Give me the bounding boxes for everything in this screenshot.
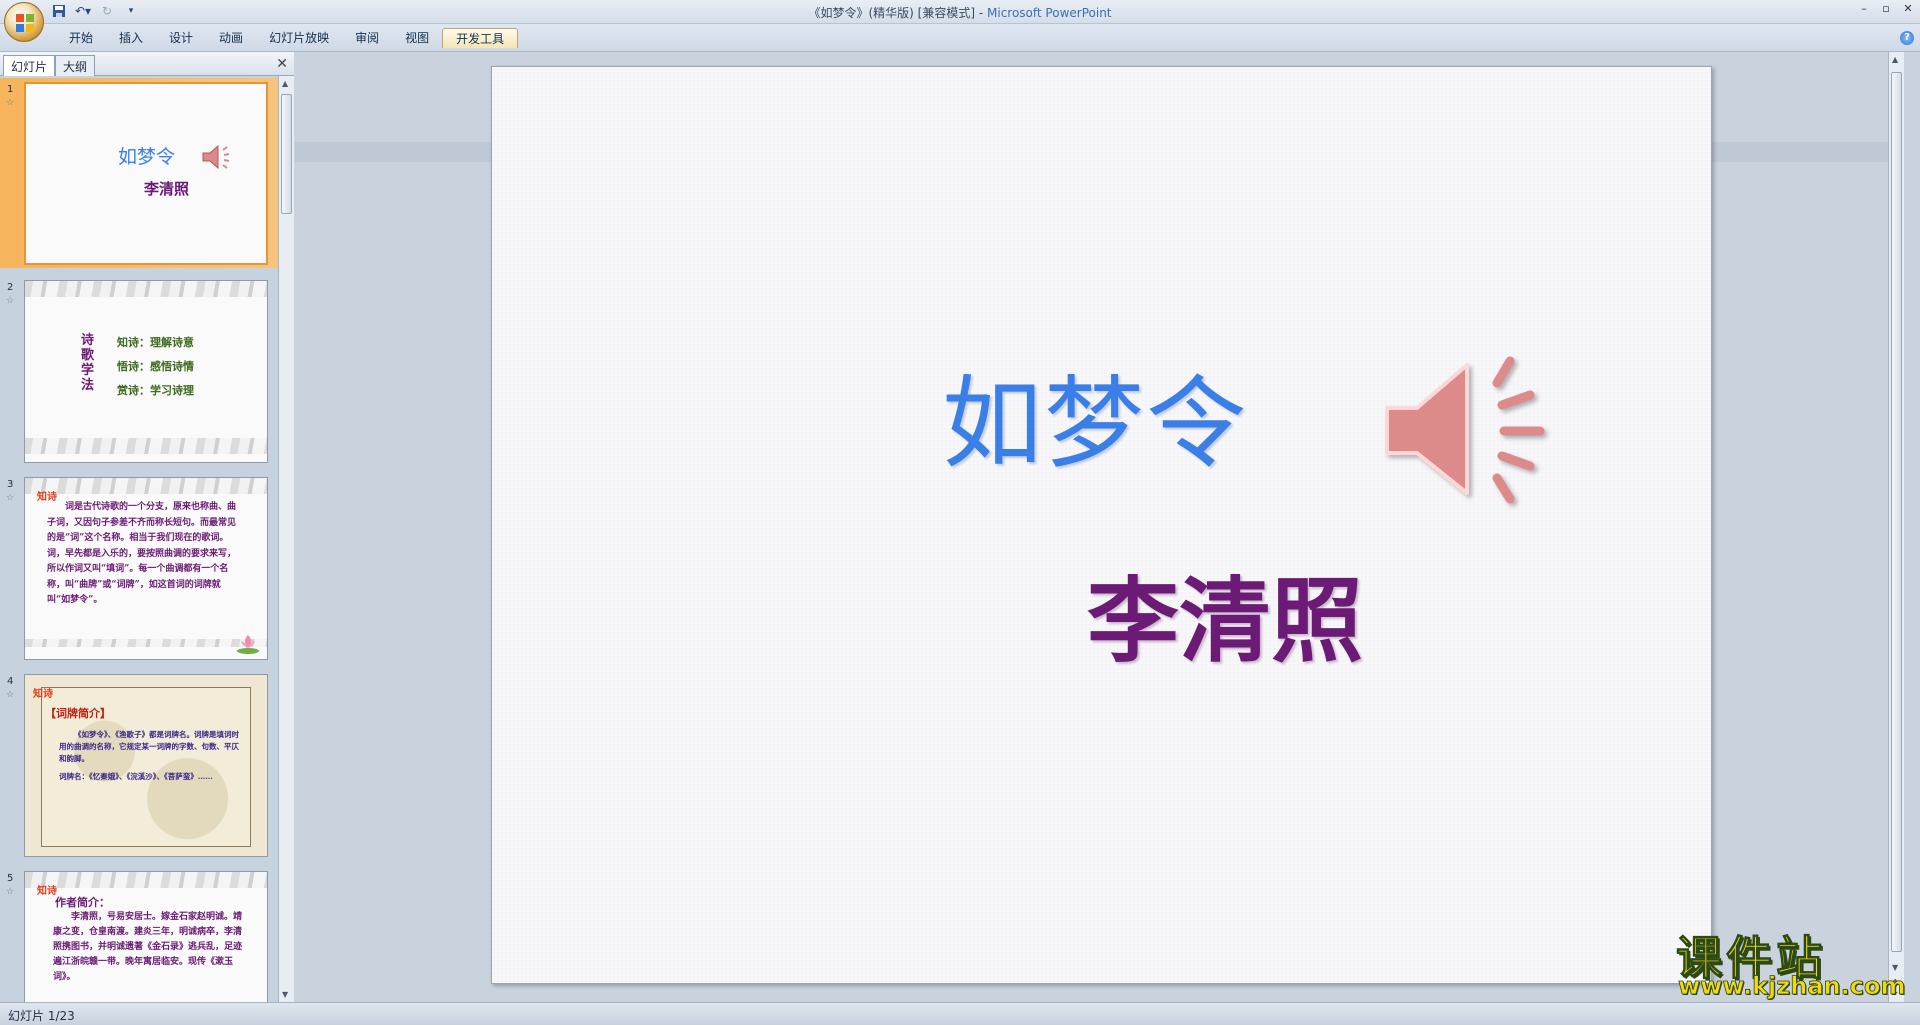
thumbnail-body: 词是古代诗歌的一个分支，原来也称曲、曲子词，又因句子参差不齐而称长短句。而最常见…	[47, 502, 237, 605]
watermark-logo: 课件站 www.kjzhan.com	[1668, 922, 1906, 1002]
tab-slides[interactable]: 幻灯片	[3, 55, 56, 76]
decorative-border	[25, 438, 267, 454]
slide-counter: 幻灯片 1/23	[8, 1009, 75, 1023]
thumbnail-title: 如梦令	[118, 146, 176, 168]
tab-home[interactable]: 开始	[56, 28, 106, 48]
lotus-icon	[237, 635, 259, 654]
thumbnail-row-1[interactable]: 1 ☆ 如梦令 李清照	[0, 78, 278, 268]
thumbnail-vertical-title: 诗歌学法	[81, 333, 95, 393]
title-bar: ↶▾ ↻ ▾ 《如梦令》(精华版) [兼容模式] - Microsoft Pow…	[0, 0, 1920, 42]
minimize-button[interactable]: –	[1856, 2, 1872, 15]
decorative-border	[25, 281, 267, 297]
transition-star-icon: ☆	[6, 98, 15, 108]
restore-button[interactable]: ▫	[1878, 2, 1894, 15]
slide-editor: 如梦令 李清照 ▲ ▼ ⏶ ⏷	[295, 52, 1904, 1002]
app-name: Microsoft PowerPoint	[987, 6, 1112, 20]
thumbnail-number: 1	[7, 84, 14, 95]
decorative-border	[25, 872, 267, 888]
transition-star-icon: ☆	[6, 690, 15, 700]
thumbnail-body: 《如梦令》、《渔歌子》都是词牌名。词牌是填词时用的曲调的名称，它规定某一词牌的字…	[59, 729, 239, 783]
thumbnail-subheading: 【词牌简介】	[45, 707, 111, 720]
pane-close-icon[interactable]: ✕	[276, 56, 288, 72]
current-slide[interactable]: 如梦令 李清照	[491, 66, 1712, 984]
thumbnail-scrollbar[interactable]: ▲ ▼	[278, 76, 294, 1002]
tab-design[interactable]: 设计	[156, 28, 206, 48]
decorative-border	[25, 639, 267, 647]
thumbnail-slide-4[interactable]: 知诗 【词牌简介】 《如梦令》、《渔歌子》都是词牌名。词牌是填词时用的曲调的名称…	[24, 674, 268, 857]
thumbnail-lines: 知诗：理解诗意 悟诗：感悟诗情 赏诗：学习诗理	[117, 331, 194, 403]
watermark-url: www.kjzhan.com	[1678, 972, 1906, 1001]
slide-title[interactable]: 如梦令	[942, 342, 1248, 487]
window-title: 《如梦令》(精华版) [兼容模式] - Microsoft PowerPoint	[0, 4, 1920, 21]
thumbnail-number: 3	[7, 479, 14, 490]
thumbnail-paragraph: 词牌名：《忆秦娥》、《浣溪沙》、《菩萨蛮》……	[59, 772, 213, 781]
thumbnail-row-2[interactable]: 2 ☆ 诗歌学法 知诗：理解诗意 悟诗：感悟诗情 赏诗：学习诗理	[0, 276, 278, 466]
document-title: 《如梦令》(精华版) [兼容模式] -	[808, 6, 987, 20]
transition-star-icon: ☆	[6, 493, 15, 503]
office-logo-icon	[16, 14, 34, 32]
thumbnail-row-5[interactable]: 5 ☆ 知诗 作者简介： 李清照，号易安居士。嫁金石家赵明诚。靖康之变，仓皇南渡…	[0, 867, 278, 1002]
tab-outline[interactable]: 大纲	[55, 55, 96, 76]
scroll-up-icon[interactable]: ▲	[282, 79, 288, 88]
speaker-icon	[202, 144, 230, 170]
thumbnail-line: 悟诗：感悟诗情	[117, 360, 194, 373]
scroll-down-icon[interactable]: ▼	[282, 990, 288, 999]
thumbnail-number: 4	[7, 676, 14, 687]
tab-developer[interactable]: 开发工具	[442, 28, 519, 48]
thumbnail-list: 1 ☆ 如梦令 李清照 2 ☆ 诗歌学法 知诗：理解诗意 悟诗：感悟诗情 赏诗：…	[0, 78, 278, 1002]
slides-pane: 幻灯片 大纲 ✕ 1 ☆ 如梦令 李清照 2 ☆ 诗歌学法 知诗：理解诗意 悟诗…	[0, 52, 294, 1002]
thumbnail-row-3[interactable]: 3 ☆ 知诗 词是古代诗歌的一个分支，原来也称曲、曲子词，又因句子参差不齐而称长…	[0, 473, 278, 663]
transition-star-icon: ☆	[6, 887, 15, 897]
tab-slide-show[interactable]: 幻灯片放映	[256, 28, 342, 48]
thumbnail-subheading: 作者简介：	[55, 896, 110, 909]
help-icon[interactable]: ?	[1900, 31, 1914, 45]
speaker-icon[interactable]	[1382, 353, 1557, 513]
scrollbar-thumb[interactable]	[281, 94, 292, 214]
thumbnail-line: 知诗：理解诗意	[117, 336, 194, 349]
thumbnail-paragraph: 《如梦令》、《渔歌子》都是词牌名。词牌是填词时用的曲调的名称，它规定某一词牌的字…	[59, 730, 239, 763]
thumbnail-slide-3[interactable]: 知诗 词是古代诗歌的一个分支，原来也称曲、曲子词，又因句子参差不齐而称长短句。而…	[24, 477, 268, 660]
scrollbar-thumb[interactable]	[1891, 72, 1902, 952]
window-controls: – ▫ ✕	[1856, 2, 1916, 15]
thumbnail-heading: 知诗	[37, 886, 57, 897]
editor-scrollbar[interactable]: ▲ ▼ ⏶ ⏷	[1888, 52, 1904, 1002]
pane-tabs: 幻灯片 大纲 ✕	[0, 52, 294, 76]
thumbnail-line: 赏诗：学习诗理	[117, 384, 194, 397]
ribbon-tab-bar: 开始 插入 设计 动画 幻灯片放映 审阅 视图 开发工具 ?	[0, 24, 1920, 52]
thumbnail-author: 李清照	[144, 180, 190, 198]
thumbnail-number: 2	[7, 282, 14, 293]
decorative-border	[25, 478, 267, 494]
transition-star-icon: ☆	[6, 296, 15, 306]
office-button[interactable]	[4, 2, 44, 42]
scroll-up-icon[interactable]: ▲	[1892, 55, 1898, 64]
close-button[interactable]: ✕	[1900, 2, 1916, 15]
thumbnail-slide-1[interactable]: 如梦令 李清照	[24, 82, 268, 265]
tab-insert[interactable]: 插入	[106, 28, 156, 48]
status-bar: 幻灯片 1/23	[0, 1002, 1920, 1025]
thumbnail-slide-2[interactable]: 诗歌学法 知诗：理解诗意 悟诗：感悟诗情 赏诗：学习诗理	[24, 280, 268, 463]
tab-review[interactable]: 审阅	[342, 28, 392, 48]
tab-animations[interactable]: 动画	[206, 28, 256, 48]
thumbnail-heading: 知诗	[33, 689, 53, 700]
thumbnail-slide-5[interactable]: 知诗 作者简介： 李清照，号易安居士。嫁金石家赵明诚。靖康之变，仓皇南渡。建炎三…	[24, 871, 268, 1002]
tab-view[interactable]: 视图	[392, 28, 442, 48]
slide-author[interactable]: 李清照	[1087, 547, 1363, 680]
thumbnail-number: 5	[7, 873, 14, 884]
thumbnail-body: 李清照，号易安居士。嫁金石家赵明诚。靖康之变，仓皇南渡。建炎三年，明诚病卒，李清…	[53, 912, 243, 982]
thumbnail-row-4[interactable]: 4 ☆ 知诗 【词牌简介】 《如梦令》、《渔歌子》都是词牌名。词牌是填词时用的曲…	[0, 670, 278, 860]
